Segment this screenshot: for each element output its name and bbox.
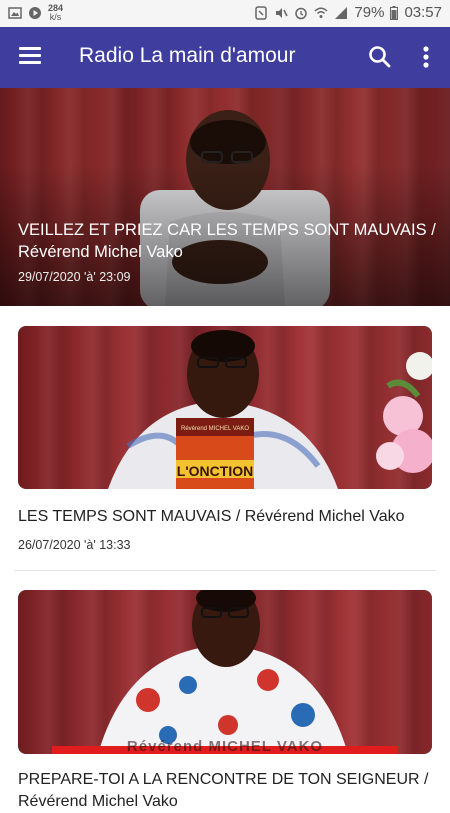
video-thumbnail[interactable]: Révérend MICHEL VAKO L'ONCTION — [18, 326, 432, 489]
book-author-text: Révérend MICHEL VAKO — [181, 426, 249, 432]
clock: 03:57 — [404, 4, 442, 21]
image-notification-icon — [8, 7, 22, 19]
menu-icon[interactable] — [14, 43, 46, 73]
book-title-text: L'ONCTION — [177, 463, 253, 479]
mute-icon — [276, 7, 289, 18]
status-bar: 284 k/s 79% 03:57 — [0, 0, 450, 27]
speaker-image — [98, 590, 348, 754]
battery-icon — [390, 5, 399, 20]
alarm-icon — [295, 7, 308, 19]
search-icon[interactable] — [366, 43, 394, 71]
banner-text: Révérend MICHEL VAKO — [126, 738, 324, 754]
video-title[interactable]: PREPARE-TOI A LA RENCONTRE DE TON SEIGNE… — [18, 769, 438, 813]
speaker-with-book-image: Révérend MICHEL VAKO L'ONCTION — [108, 330, 432, 489]
video-title[interactable]: LES TEMPS SONT MAUVAIS / Révérend Michel… — [18, 506, 438, 528]
featured-title: VEILLEZ ET PRIEZ CAR LES TEMPS SONT MAUV… — [18, 221, 436, 261]
app-title: Radio La main d'amour — [79, 44, 296, 67]
battery-percent: 79% — [354, 4, 385, 21]
network-speed: 284 k/s — [48, 3, 64, 22]
divider — [14, 570, 436, 571]
featured-date: 29/07/2020 'à' 23:09 — [18, 270, 131, 284]
app-bar: Radio La main d'amour — [0, 27, 450, 88]
wifi-icon — [314, 7, 328, 18]
nfc-icon — [255, 5, 268, 20]
more-vert-icon[interactable] — [414, 43, 438, 71]
play-notification-icon — [29, 7, 41, 19]
featured-video[interactable]: VEILLEZ ET PRIEZ CAR LES TEMPS SONT MAUV… — [0, 88, 450, 306]
name-banner: Révérend MICHEL VAKO — [52, 738, 398, 754]
video-thumbnail[interactable]: Révérend MICHEL VAKO — [18, 590, 432, 754]
video-date: 26/07/2020 'à' 13:33 — [18, 538, 131, 552]
signal-icon — [335, 6, 348, 19]
